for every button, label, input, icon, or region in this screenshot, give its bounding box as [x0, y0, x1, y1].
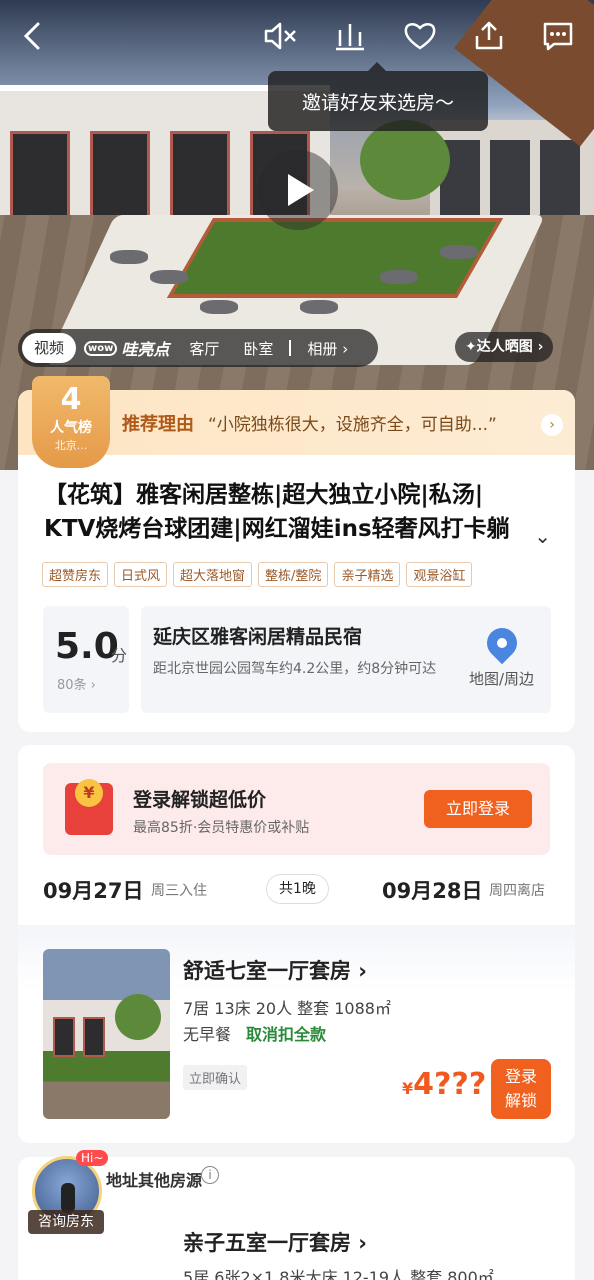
- listing-title-line1: 【花筑】雅客闲居整栋|超大独立小院|私汤|: [44, 482, 484, 508]
- tab-wow-highlights[interactable]: wow 哇亮点: [76, 336, 177, 360]
- message-icon[interactable]: [540, 18, 576, 54]
- chart-icon[interactable]: [332, 18, 368, 54]
- review-count: 80条 ›: [57, 678, 96, 693]
- tag: 日式风: [114, 562, 168, 587]
- consult-label: 咨询房东: [28, 1210, 104, 1234]
- tab-living-room[interactable]: 客厅: [177, 338, 231, 359]
- other-room-name-text: 亲子五室一厅套房: [183, 1231, 351, 1255]
- login-promo: 登录解锁超低价 最高85折·会员特惠价或补贴 立即登录: [43, 763, 550, 855]
- daren-photos-button[interactable]: ✦达人晒图 ›: [455, 332, 554, 362]
- tab-album-label: 相册: [307, 339, 338, 358]
- chevron-right-icon[interactable]: ›: [541, 414, 563, 436]
- hi-badge: Hi~: [76, 1150, 109, 1166]
- login-promo-title: 登录解锁超低价: [133, 789, 267, 811]
- instant-confirm-badge: 立即确认: [183, 1065, 248, 1090]
- property-name: 延庆区雅客闲居精品民宿: [153, 626, 363, 648]
- stepping-stone: [200, 300, 238, 314]
- mute-icon[interactable]: [262, 18, 298, 54]
- checkin-weekday: 周三入住: [151, 883, 207, 899]
- tag: 整栋/整院: [258, 562, 329, 587]
- checkout-date[interactable]: 09月28日: [382, 875, 482, 905]
- chevron-down-icon[interactable]: ⌄: [534, 524, 551, 548]
- map-link[interactable]: 地图/周边: [469, 668, 534, 689]
- other-rooms-title: 地址其他房源: [106, 1171, 203, 1190]
- share-icon[interactable]: [471, 18, 507, 54]
- listing-title[interactable]: 【花筑】雅客闲居整栋|超大独立小院|私汤| KTV烧烤台球团建|网红溜娃ins轻…: [44, 478, 544, 546]
- checkout-weekday: 周四离店: [489, 883, 545, 899]
- nights-count: 共1晚: [266, 874, 329, 904]
- invite-text: 邀请好友来选房〜: [301, 91, 454, 114]
- map-pin-icon: [480, 621, 524, 665]
- wow-logo-icon: wow: [84, 340, 118, 356]
- tag: 超大落地窗: [173, 562, 253, 587]
- rank-label: 人气榜: [50, 420, 92, 436]
- invite-tooltip[interactable]: 邀请好友来选房〜: [268, 62, 488, 131]
- room-spec: 5居 6张2×1.8米大床 12-19人 整套 800㎡: [183, 1268, 494, 1280]
- tab-wow-label: 哇亮点: [121, 340, 170, 359]
- login-promo-subtitle: 最高85折·会员特惠价或补贴: [133, 820, 310, 836]
- distance-text: 距北京世园公园驾车约4.2公里，约8分钟可达: [153, 661, 437, 677]
- score-unit: 分: [111, 646, 128, 665]
- red-envelope-icon: [65, 779, 113, 835]
- checkin-date[interactable]: 09月27日: [43, 875, 143, 905]
- tree: [360, 120, 450, 200]
- tag: 超赞房东: [42, 562, 109, 587]
- score-box[interactable]: 5.0 分 80条 ›: [43, 606, 129, 713]
- stepping-stone: [440, 245, 478, 259]
- top-bar: [0, 18, 594, 54]
- price-value: 4???: [413, 1067, 487, 1102]
- stepping-stone: [380, 270, 418, 284]
- tab-bedroom[interactable]: 卧室: [231, 338, 285, 359]
- recommend-label: 推荐理由: [122, 414, 194, 435]
- room-name[interactable]: 亲子五室一厅套房 ›: [183, 1227, 367, 1257]
- rank-city: 北京...: [54, 439, 88, 452]
- back-icon[interactable]: [16, 18, 52, 54]
- tab-album[interactable]: 相册 ›: [295, 338, 360, 359]
- divider: [289, 340, 292, 356]
- room-cancel-policy: 取消扣全款: [246, 1025, 327, 1044]
- tag-list: 超赞房东 日式风 超大落地窗 整栋/整院 亲子精选 观景浴缸: [42, 562, 473, 587]
- currency-symbol: ¥: [402, 1079, 414, 1098]
- room-price: ¥4???: [402, 1067, 486, 1102]
- booking-card: 登录解锁超低价 最高85折·会员特惠价或补贴 立即登录 09月27日 周三入住 …: [18, 745, 575, 1143]
- media-tabs: 视频 wow 哇亮点 客厅 卧室 相册 ›: [18, 329, 378, 367]
- stepping-stone: [300, 300, 338, 314]
- tab-video[interactable]: 视频: [22, 333, 77, 363]
- stepping-stone: [110, 250, 148, 264]
- score-value: 5.0: [55, 626, 119, 667]
- play-icon[interactable]: [258, 150, 338, 230]
- recommend-text: “小院独栋很大，设施齐全，可自助...”: [208, 415, 497, 435]
- room-item[interactable]: 舒适七室一厅套房 › 7居 13床 20人 整套 1088㎡ 无早餐 取消扣全款…: [18, 925, 575, 1143]
- tag: 观景浴缸: [406, 562, 473, 587]
- room-spec: 7居 13床 20人 整套 1088㎡: [183, 999, 391, 1018]
- rank-badge[interactable]: 4 人气榜 北京...: [32, 376, 110, 468]
- daren-label: 达人晒图: [476, 339, 533, 355]
- heart-icon[interactable]: [402, 18, 438, 54]
- room-photo[interactable]: [43, 949, 170, 1119]
- room-meal: 无早餐: [183, 1025, 232, 1044]
- info-icon[interactable]: i: [201, 1166, 219, 1184]
- room-name[interactable]: 舒适七室一厅套房 ›: [183, 955, 367, 985]
- unlock-line2: 解锁: [504, 1091, 537, 1110]
- listing-title-line2: KTV烧烤台球团建|网红溜娃ins轻奢风打卡躺: [44, 516, 510, 542]
- address-box[interactable]: 延庆区雅客闲居精品民宿 距北京世园公园驾车约4.2公里，约8分钟可达 地图/周边: [141, 606, 551, 713]
- tag: 亲子精选: [334, 562, 401, 587]
- rank-number: 4: [60, 382, 82, 417]
- stepping-stone: [150, 270, 188, 284]
- room-name-text: 舒适七室一厅套房: [183, 959, 351, 983]
- date-selector[interactable]: 09月27日 周三入住 共1晚 09月28日 周四离店: [43, 874, 550, 905]
- login-button[interactable]: 立即登录: [424, 790, 532, 828]
- login-unlock-button[interactable]: 登录 解锁: [491, 1059, 551, 1119]
- unlock-line1: 登录: [504, 1067, 537, 1086]
- consult-host-button[interactable]: Hi~ 咨询房东: [28, 1150, 109, 1238]
